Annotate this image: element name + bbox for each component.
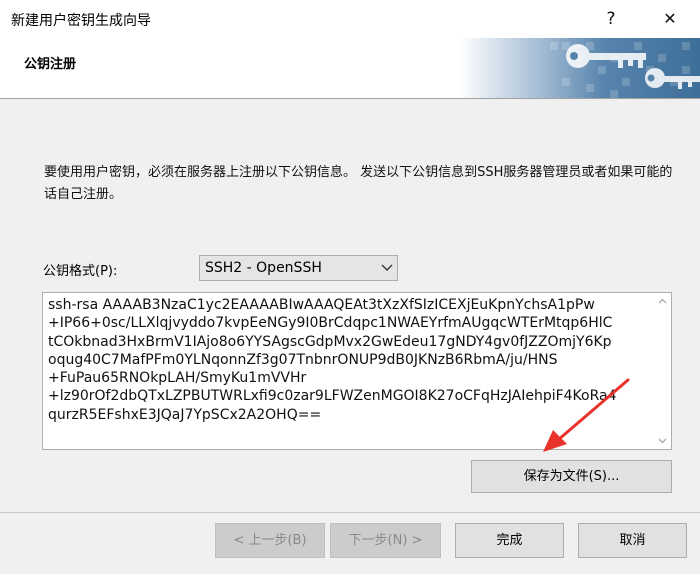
format-select-value: SSH2 - OpenSSH — [205, 260, 322, 276]
scroll-down-icon[interactable] — [654, 432, 671, 449]
chevron-down-icon — [380, 260, 394, 276]
format-select[interactable]: SSH2 - OpenSSH — [199, 255, 398, 281]
help-icon[interactable]: ? — [591, 4, 631, 34]
keys-banner-icon — [460, 38, 700, 98]
close-icon[interactable]: ✕ — [650, 4, 690, 34]
public-key-textarea[interactable]: ssh-rsa AAAAB3NzaC1yc2EAAAABIwAAAQEAt3tX… — [42, 292, 672, 450]
wizard-footer: < 上一步(B) 下一步(N) > 完成 取消 — [0, 512, 700, 574]
title-bar: 新建用户密钥生成向导 ? ✕ — [0, 0, 700, 38]
save-to-file-button[interactable]: 保存为文件(S)... — [471, 460, 672, 493]
scroll-up-icon[interactable] — [654, 293, 671, 310]
format-label: 公钥格式(P): — [43, 264, 118, 279]
back-button[interactable]: < 上一步(B) — [215, 523, 325, 558]
vertical-scrollbar[interactable] — [654, 293, 671, 449]
public-key-text: ssh-rsa AAAAB3NzaC1yc2EAAAABIwAAAQEAt3tX… — [48, 297, 617, 423]
wizard-content: 要使用用户密钥，必须在服务器上注册以下公钥信息。 发送以下公钥信息到SSH服务器… — [0, 100, 700, 512]
wizard-header: 公钥注册 — [0, 38, 700, 99]
instruction-text: 要使用用户密钥，必须在服务器上注册以下公钥信息。 发送以下公钥信息到SSH服务器… — [44, 165, 673, 202]
next-button[interactable]: 下一步(N) > — [330, 523, 441, 558]
window-title: 新建用户密钥生成向导 — [11, 13, 151, 29]
page-title: 公钥注册 — [24, 57, 77, 72]
finish-button[interactable]: 完成 — [455, 523, 564, 558]
cancel-button[interactable]: 取消 — [578, 523, 687, 558]
